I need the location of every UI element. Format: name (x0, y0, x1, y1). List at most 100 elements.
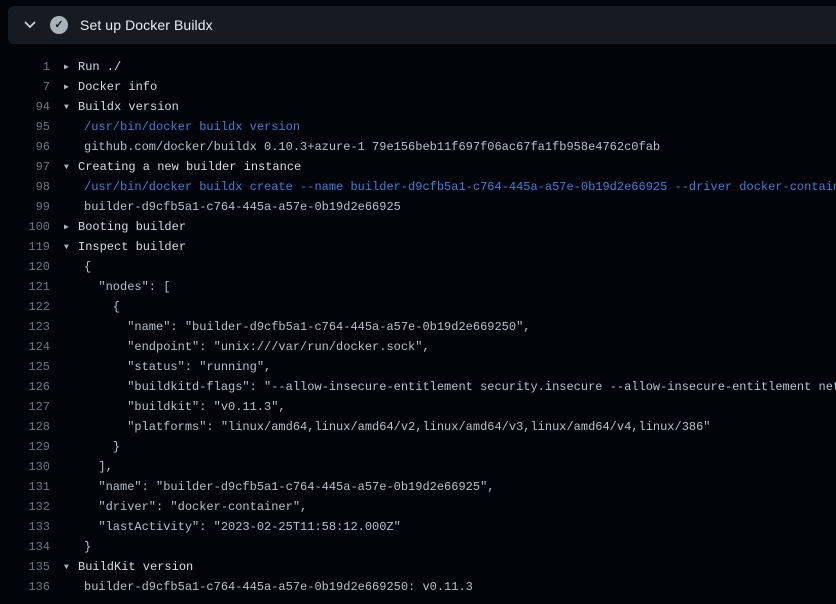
log-output-text: builder-d9cfb5a1-c764-445a-a57e-0b19d2e6… (50, 577, 836, 597)
log-group-title: Inspect builder (78, 240, 186, 254)
line-number: 1 (0, 57, 50, 77)
step-header[interactable]: ✓ Set up Docker Buildx (8, 6, 836, 44)
line-number: 99 (0, 197, 50, 217)
log-line: 99builder-d9cfb5a1-c764-445a-a57e-0b19d2… (0, 197, 836, 217)
log-output-text: "driver": "docker-container", (50, 497, 836, 517)
log-group-toggle[interactable]: ▼Buildx version (64, 100, 179, 114)
log-group-toggle[interactable]: ▼BuildKit version (64, 560, 193, 574)
log-output-text: github.com/docker/buildx 0.10.3+azure-1 … (50, 137, 836, 157)
line-number: 127 (0, 397, 50, 417)
log-output-text: "buildkit": "v0.11.3", (50, 397, 836, 417)
log-group-title: Run ./ (78, 60, 121, 74)
line-number: 129 (0, 437, 50, 457)
chevron-down-icon[interactable] (18, 13, 42, 37)
status-success-icon: ✓ (50, 16, 68, 34)
log-output-area[interactable]: 1▶Run ./7▶Docker info94▼Buildx version95… (0, 50, 836, 604)
log-output-text: ], (50, 457, 836, 477)
log-group-row: ▶Booting builder (50, 217, 836, 237)
log-line: 123 "name": "builder-d9cfb5a1-c764-445a-… (0, 317, 836, 337)
log-group-toggle[interactable]: ▶Docker info (64, 80, 157, 94)
log-output-text: "nodes": [ (50, 277, 836, 297)
log-group-title: Booting builder (78, 220, 186, 234)
log-group-row: ▶Run ./ (50, 57, 836, 77)
log-line: 95/usr/bin/docker buildx version (0, 117, 836, 137)
line-number: 135 (0, 557, 50, 577)
log-group-toggle[interactable]: ▶Booting builder (64, 220, 186, 234)
log-group-toggle[interactable]: ▼Inspect builder (64, 240, 186, 254)
log-output-text: "buildkitd-flags": "--allow-insecure-ent… (50, 377, 836, 397)
log-group-row: ▼Creating a new builder instance (50, 157, 836, 177)
log-line: 94 ▼Buildx version (0, 97, 836, 117)
log-output-text: builder-d9cfb5a1-c764-445a-a57e-0b19d2e6… (50, 197, 836, 217)
log-command-text: /usr/bin/docker buildx version (50, 117, 836, 137)
log-line: 127 "buildkit": "v0.11.3", (0, 397, 836, 417)
line-number: 121 (0, 277, 50, 297)
log-line: 128 "platforms": "linux/amd64,linux/amd6… (0, 417, 836, 437)
log-group-title: BuildKit version (78, 560, 193, 574)
log-output-text: { (50, 297, 836, 317)
log-line: 1 ▶Run ./ (0, 57, 836, 77)
line-number: 98 (0, 177, 50, 197)
line-number: 97 (0, 157, 50, 177)
line-number: 7 (0, 77, 50, 97)
log-line: 97 ▼Creating a new builder instance (0, 157, 836, 177)
log-line: 134} (0, 537, 836, 557)
log-output-text: "endpoint": "unix:///var/run/docker.sock… (50, 337, 836, 357)
line-number: 131 (0, 477, 50, 497)
log-output-text: } (50, 437, 836, 457)
log-line: 119 ▼Inspect builder (0, 237, 836, 257)
triangle-down-icon[interactable]: ▼ (64, 558, 78, 577)
line-number: 123 (0, 317, 50, 337)
actions-log-viewer: ✓ Set up Docker Buildx 1▶Run ./7▶Docker … (0, 0, 836, 604)
line-number: 119 (0, 237, 50, 257)
log-output-text: "lastActivity": "2023-02-25T11:58:12.000… (50, 517, 836, 537)
line-number: 132 (0, 497, 50, 517)
log-output-text: } (50, 537, 836, 557)
log-line: 7 ▶Docker info (0, 77, 836, 97)
log-line: 129 } (0, 437, 836, 457)
line-number: 94 (0, 97, 50, 117)
log-group-row: ▼Buildx version (50, 97, 836, 117)
log-output-text: "status": "running", (50, 357, 836, 377)
log-line: 133 "lastActivity": "2023-02-25T11:58:12… (0, 517, 836, 537)
line-number: 122 (0, 297, 50, 317)
log-line: 100 ▶Booting builder (0, 217, 836, 237)
log-group-title: Docker info (78, 80, 157, 94)
log-line: 130 ], (0, 457, 836, 477)
line-number: 134 (0, 537, 50, 557)
log-line: 132 "driver": "docker-container", (0, 497, 836, 517)
log-line: 131 "name": "builder-d9cfb5a1-c764-445a-… (0, 477, 836, 497)
log-line: 122 { (0, 297, 836, 317)
log-group-toggle[interactable]: ▶Run ./ (64, 60, 121, 74)
line-number: 96 (0, 137, 50, 157)
log-line: 125 "status": "running", (0, 357, 836, 377)
log-line: 121 "nodes": [ (0, 277, 836, 297)
triangle-down-icon[interactable]: ▼ (64, 98, 78, 117)
log-line: 126 "buildkitd-flags": "--allow-insecure… (0, 377, 836, 397)
log-output-text: "name": "builder-d9cfb5a1-c764-445a-a57e… (50, 477, 836, 497)
line-number: 125 (0, 357, 50, 377)
log-line: 135 ▼BuildKit version (0, 557, 836, 577)
log-group-row: ▼BuildKit version (50, 557, 836, 577)
log-group-title: Buildx version (78, 100, 179, 114)
log-group-row: ▶Docker info (50, 77, 836, 97)
line-number: 124 (0, 337, 50, 357)
triangle-right-icon[interactable]: ▶ (64, 218, 78, 237)
line-number: 128 (0, 417, 50, 437)
log-group-toggle[interactable]: ▼Creating a new builder instance (64, 160, 301, 174)
line-number: 100 (0, 217, 50, 237)
line-number: 133 (0, 517, 50, 537)
triangle-right-icon[interactable]: ▶ (64, 78, 78, 97)
triangle-down-icon[interactable]: ▼ (64, 158, 78, 177)
log-line: 136builder-d9cfb5a1-c764-445a-a57e-0b19d… (0, 577, 836, 597)
log-line: 124 "endpoint": "unix:///var/run/docker.… (0, 337, 836, 357)
log-line: 96github.com/docker/buildx 0.10.3+azure-… (0, 137, 836, 157)
triangle-right-icon[interactable]: ▶ (64, 58, 78, 77)
triangle-down-icon[interactable]: ▼ (64, 238, 78, 257)
step-title: Set up Docker Buildx (80, 17, 213, 33)
log-output-text: "platforms": "linux/amd64,linux/amd64/v2… (50, 417, 836, 437)
line-number: 130 (0, 457, 50, 477)
log-line: 120{ (0, 257, 836, 277)
log-group-title: Creating a new builder instance (78, 160, 301, 174)
line-number: 126 (0, 377, 50, 397)
